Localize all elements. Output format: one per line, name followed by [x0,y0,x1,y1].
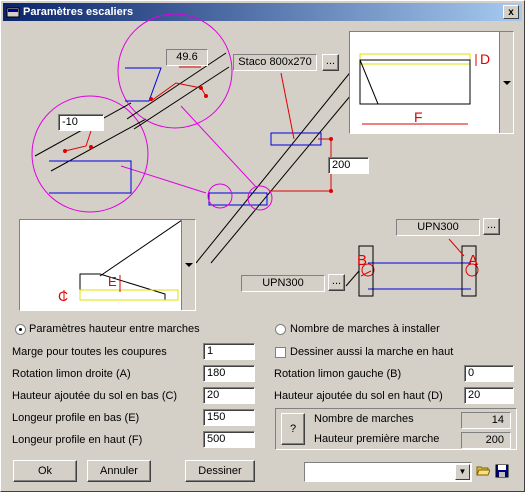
radio-steps-label: Nombre de marches à installer [290,323,440,335]
cancel-button[interactable]: Annuler [87,460,151,482]
marge-label: Marge pour toutes les coupures [12,346,167,358]
draw-button[interactable]: Dessiner [185,460,255,482]
top-preview[interactable]: D F [349,31,514,134]
zoom-circle-small-right [247,185,273,211]
profile-right-bottom-label: UPN300 [241,275,325,292]
letter-a: A [468,252,479,269]
long-haut-field[interactable]: 500 [203,431,255,448]
profile-right-bottom-browse-button[interactable]: ... [328,274,345,291]
haut-haut-label: Hauteur ajoutée du sol en haut (D) [274,390,443,402]
profile-top-label: Staco 800x270 [233,54,317,71]
letter-e: E [108,274,117,289]
nb-marches-value: 14 [461,412,511,429]
dialog-window: Paramètres escaliers x D F C E 49.6 -10 … [0,0,525,492]
radio-height-label: Paramètres hauteur entre marches [29,323,200,335]
preset-combo[interactable]: ▼ [304,462,472,482]
chevron-down-icon[interactable]: ▼ [455,464,470,480]
hauteur-premiere-value: 200 [461,432,511,449]
letter-f: F [414,109,423,125]
radio-number-of-steps[interactable] [275,324,286,335]
chevron-down-icon [503,80,511,85]
chevron-down-icon [185,263,193,267]
zoom-left-value-field[interactable]: -10 [58,114,104,131]
top-profile-drawing: D F [359,51,490,125]
haut-haut-field[interactable]: 20 [464,387,514,404]
radio-height-between-steps[interactable] [15,324,26,335]
haut-bas-field[interactable]: 20 [203,387,255,404]
long-bas-label: Longeur profile en bas (E) [12,412,140,424]
top-preview-scroll[interactable] [499,32,513,133]
check-top-step[interactable] [275,347,286,358]
bottom-profile-drawing: C E [58,220,182,304]
rot-droite-field[interactable]: 180 [203,365,255,382]
rot-gauche-field[interactable]: 0 [464,365,514,382]
zoom-circle-top [117,13,233,129]
rot-droite-label: Rotation limon droite (A) [12,368,131,380]
profile-dim-field[interactable]: 200 [328,157,369,174]
nb-marches-label: Nombre de marches [314,413,414,425]
profile-right-top-label: UPN300 [396,219,480,236]
zoom-circle-small-left [207,183,233,209]
rot-gauche-label: Rotation limon gauche (B) [274,368,402,380]
folder-open-icon[interactable] [476,464,490,478]
letter-b: B [357,252,368,269]
bottom-preview-scroll[interactable] [181,220,195,310]
bottom-preview[interactable]: C E [19,219,196,311]
profile-right-top-browse-button[interactable]: ... [483,218,500,235]
help-button[interactable]: ? [281,413,305,445]
long-haut-label: Longeur profile en haut (F) [12,434,143,446]
hauteur-premiere-label: Hauteur première marche [314,433,440,445]
ok-button[interactable]: Ok [13,460,77,482]
letter-d: D [480,51,490,67]
profile-top-browse-button[interactable]: ... [322,54,339,71]
check-top-step-label: Dessiner aussi la marche en haut [290,346,454,358]
zoom-top-value: 49.6 [166,49,208,66]
haut-bas-label: Hauteur ajoutée du sol en bas (C) [12,390,178,402]
long-bas-field[interactable]: 150 [203,409,255,426]
save-icon[interactable] [495,464,509,478]
letter-c: C [58,288,68,304]
marge-field[interactable]: 1 [203,343,255,360]
